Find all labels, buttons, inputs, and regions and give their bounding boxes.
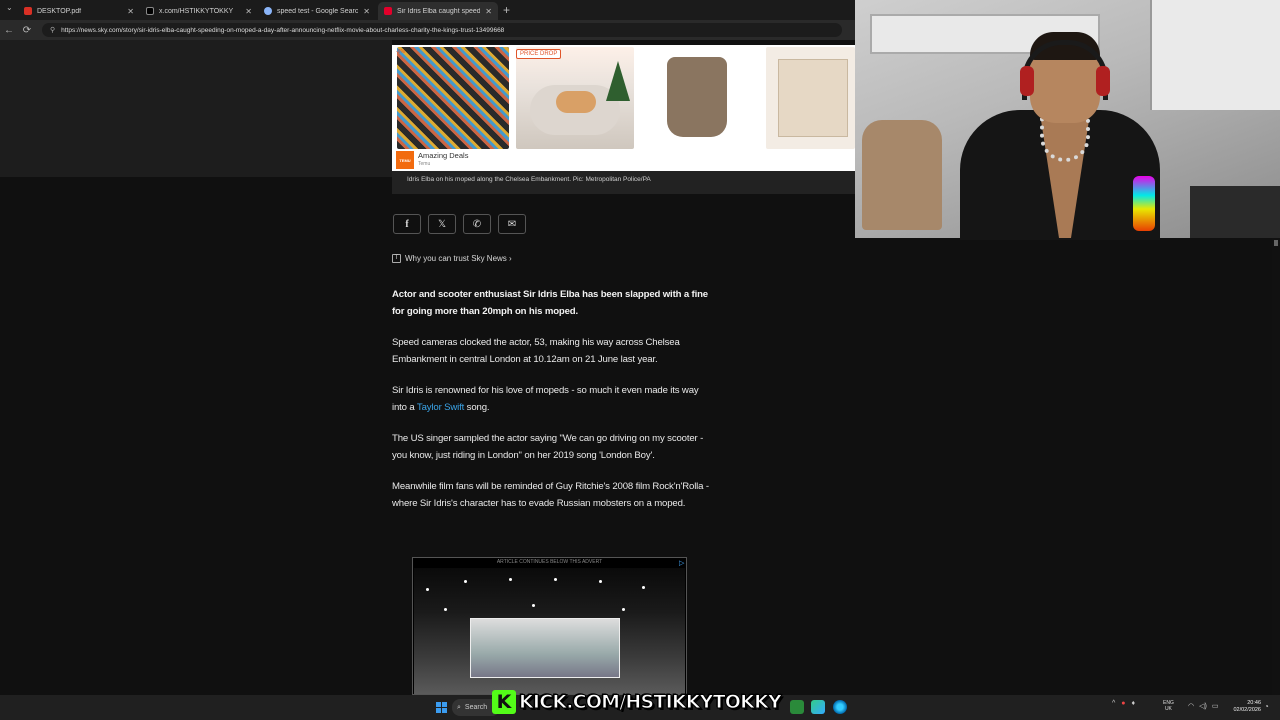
tab-x-profile[interactable]: x.com/HSTIKKYTOKKY ✕ xyxy=(140,2,258,20)
battery-icon: ▭ xyxy=(1211,703,1219,710)
sky-news-icon xyxy=(384,7,392,15)
start-button-windows-icon[interactable] xyxy=(436,702,447,713)
trust-link-text: Why you can trust Sky News › xyxy=(405,254,512,263)
kick-url-text: KICK.COM/HSTIKKYTOKKY xyxy=(519,691,783,714)
tab-title: Sir Idris Elba caught speeding on m xyxy=(397,7,481,15)
kick-stream-banner: K KICK.COM/HSTIKKYTOKKY xyxy=(492,688,783,716)
tab-list-button[interactable]: ⌄ xyxy=(6,3,13,12)
ad-product-organizer[interactable] xyxy=(397,47,509,149)
kick-logo-icon: K xyxy=(492,690,516,714)
search-label: Search xyxy=(464,704,488,711)
armor-shape xyxy=(667,57,727,137)
show-hidden-icons-button[interactable]: ^ xyxy=(1112,700,1115,707)
window-shape xyxy=(1150,0,1280,110)
close-tab-icon[interactable]: ✕ xyxy=(245,7,252,16)
close-tab-icon[interactable]: ✕ xyxy=(485,7,492,16)
pdf-icon xyxy=(24,7,32,15)
excel-app-icon[interactable] xyxy=(790,700,804,714)
trust-icon: T xyxy=(392,254,401,263)
dog-shape xyxy=(556,91,596,113)
pillow-art xyxy=(778,59,848,137)
share-x-button[interactable]: 𝕏 xyxy=(428,214,456,234)
browser-tab-bar: ⌄ DESKTOP.pdf ✕ x.com/HSTIKKYTOKKY ✕ spe… xyxy=(0,0,855,20)
search-icon: ⌕ xyxy=(457,703,461,711)
tab-desktop-pdf[interactable]: DESKTOP.pdf ✕ xyxy=(18,2,140,20)
taskbar-clock[interactable]: 20:46 02/02/2026 xyxy=(1225,700,1261,714)
discount-badge: -6% xyxy=(396,49,405,55)
ad-choices-icon[interactable]: ▷ xyxy=(679,559,684,567)
clock-time: 20:46 xyxy=(1247,700,1261,706)
article-paragraph: Meanwhile film fans will be reminded of … xyxy=(392,481,709,509)
microphone-icon[interactable]: ♦ xyxy=(1132,700,1136,707)
tab-title: DESKTOP.pdf xyxy=(37,7,82,15)
rgb-lamp xyxy=(1133,176,1155,231)
article-paragraph: Speed cameras clocked the actor, 53, mak… xyxy=(392,337,680,365)
close-tab-icon[interactable]: ✕ xyxy=(363,7,370,16)
christmas-tree-shape xyxy=(606,61,630,101)
price-drop-badge: PRICE DROP xyxy=(516,49,562,59)
paragraph-text: song. xyxy=(464,402,490,413)
left-gutter xyxy=(0,40,392,177)
article-paragraph: Sir Idris is renowned for his love of mo… xyxy=(392,382,710,416)
reload-button[interactable]: ⟳ xyxy=(18,25,36,36)
tab-title: x.com/HSTIKKYTOKKY xyxy=(159,7,234,15)
monitor-shape xyxy=(1190,186,1280,238)
wifi-icon: ◠ xyxy=(1188,703,1195,710)
quick-settings[interactable]: ◠ ◁) ▭ xyxy=(1188,702,1218,710)
back-button[interactable]: ← xyxy=(0,25,18,36)
speaker-icon: ◁) xyxy=(1199,703,1207,710)
new-tab-button[interactable]: + xyxy=(503,3,510,17)
notification-bell-icon[interactable]: ◔ xyxy=(1264,702,1269,711)
article-body: Actor and scooter enthusiast Sir Idris E… xyxy=(392,286,710,526)
article-paragraph: The US singer sampled the actor saying "… xyxy=(392,433,704,461)
ad-sponsor-label: Temu xyxy=(418,161,431,167)
google-icon xyxy=(264,7,272,15)
temu-logo[interactable]: TEMU xyxy=(396,151,414,169)
url-text: https://news.sky.com/story/sir-idris-elb… xyxy=(61,26,505,34)
tab-google-search[interactable]: speed test - Google Search ✕ xyxy=(258,2,376,20)
site-info-icon[interactable]: ⚲ xyxy=(50,26,55,34)
clock-date: 02/02/2026 xyxy=(1233,707,1261,713)
tray-app-icon[interactable]: ● xyxy=(1121,700,1125,707)
headset-left-cup xyxy=(1020,66,1034,96)
edge-app-icon[interactable] xyxy=(833,700,847,714)
taylor-swift-link[interactable]: Taylor Swift xyxy=(417,402,464,413)
scrollbar-thumb[interactable] xyxy=(1274,240,1278,246)
chair-shape xyxy=(862,120,942,230)
tab-title: speed test - Google Search xyxy=(277,7,359,15)
keyboard-layout: UK xyxy=(1164,706,1172,712)
share-facebook-button[interactable]: f xyxy=(393,214,421,234)
close-tab-icon[interactable]: ✕ xyxy=(127,7,134,16)
xbox-app-icon[interactable] xyxy=(811,700,825,714)
video-booth-shape xyxy=(470,618,620,678)
address-bar-row: ← ⟳ ⚲ https://news.sky.com/story/sir-idr… xyxy=(0,20,855,40)
advert-notice: ARTICLE CONTINUES BELOW THIS ADVERT xyxy=(496,559,603,565)
url-field[interactable]: ⚲ https://news.sky.com/story/sir-idris-e… xyxy=(42,23,842,37)
tab-sky-news[interactable]: Sir Idris Elba caught speeding on m ✕ xyxy=(378,2,498,20)
ad-product-armor[interactable] xyxy=(639,47,757,149)
headset-right-cup xyxy=(1096,66,1110,96)
ad-product-dog-bed[interactable] xyxy=(516,47,634,149)
article-lead: Actor and scooter enthusiast Sir Idris E… xyxy=(392,289,708,317)
trust-sky-news-link[interactable]: T Why you can trust Sky News › xyxy=(392,254,512,263)
x-icon xyxy=(146,7,154,15)
ad-advertiser-name[interactable]: Amazing Deals xyxy=(418,151,468,160)
image-caption: Idris Elba on his moped along the Chelse… xyxy=(407,176,651,183)
share-whatsapp-button[interactable]: ✆ xyxy=(463,214,491,234)
page-scrollbar[interactable] xyxy=(1272,238,1280,695)
share-email-button[interactable]: ✉ xyxy=(498,214,526,234)
system-tray: ^ ● ♦ xyxy=(1112,700,1135,707)
ad-product-pillow[interactable] xyxy=(766,47,855,149)
language-indicator[interactable]: ENG UK xyxy=(1163,700,1174,712)
